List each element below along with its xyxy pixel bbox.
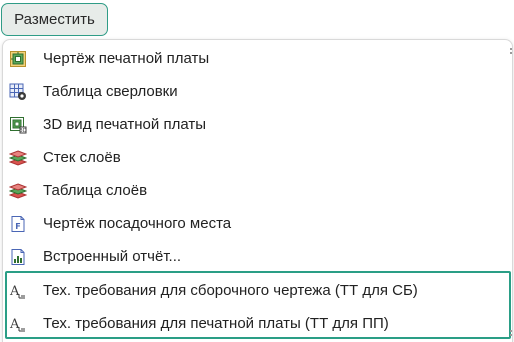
place-menu: Чертёж печатной платы Таблица сверловки (2, 39, 513, 342)
menu-item-label: Тех. требования для сборочного чертежа (… (43, 282, 418, 299)
drill-table-icon (9, 83, 27, 101)
board-3d-view-icon: 3D (9, 116, 27, 134)
page: Разместить Чертёж печатной платы Таблица… (0, 0, 514, 342)
text-requirements-icon: A (9, 282, 27, 300)
menu-item-label: Таблица сверловки (43, 83, 178, 100)
menu-item-embedded-report[interactable]: Встроенный отчёт... (3, 240, 512, 273)
menu-item-label: Таблица слоёв (43, 182, 148, 199)
menu-item-layer-stack[interactable]: Стек слоёв (3, 141, 512, 174)
menu-item-board-drawing[interactable]: Чертёж печатной платы (3, 42, 512, 75)
menu-item-label: Встроенный отчёт... (43, 248, 182, 265)
text-requirements-icon: A (9, 315, 27, 333)
footprint-drawing-icon: F (9, 215, 27, 233)
svg-text:3D: 3D (19, 128, 26, 134)
layer-stack-icon (8, 149, 28, 167)
menu-item-assembly-tech-requirements[interactable]: A Тех. требования для сборочного чертежа… (3, 274, 512, 307)
menu-item-board-3d-view[interactable]: 3D 3D вид печатной платы (3, 108, 512, 141)
embedded-report-icon (9, 248, 27, 266)
menu-item-label: Чертёж печатной платы (43, 50, 210, 67)
menu-item-pcb-tech-requirements[interactable]: A Тех. требования для печатной платы (ТТ… (3, 307, 512, 340)
menu-item-footprint-drawing[interactable]: F Чертёж посадочного места (3, 207, 512, 240)
menu-item-label: Тех. требования для печатной платы (ТТ д… (43, 315, 389, 332)
svg-text:F: F (15, 222, 20, 231)
place-button[interactable]: Разместить (1, 3, 108, 36)
place-button-label: Разместить (14, 11, 95, 28)
menu-item-label: Чертёж посадочного места (43, 215, 232, 232)
menu-item-label: Стек слоёв (43, 149, 121, 166)
edge-divider (510, 48, 512, 54)
menu-item-label: 3D вид печатной платы (43, 116, 206, 133)
svg-text:A: A (9, 284, 20, 299)
layer-table-icon (8, 182, 28, 200)
menu-item-layer-table[interactable]: Таблица слоёв (3, 174, 512, 207)
board-drawing-icon (9, 50, 27, 68)
edge-divider (510, 330, 512, 336)
svg-text:A: A (9, 317, 20, 332)
menu-item-drill-table[interactable]: Таблица сверловки (3, 75, 512, 108)
